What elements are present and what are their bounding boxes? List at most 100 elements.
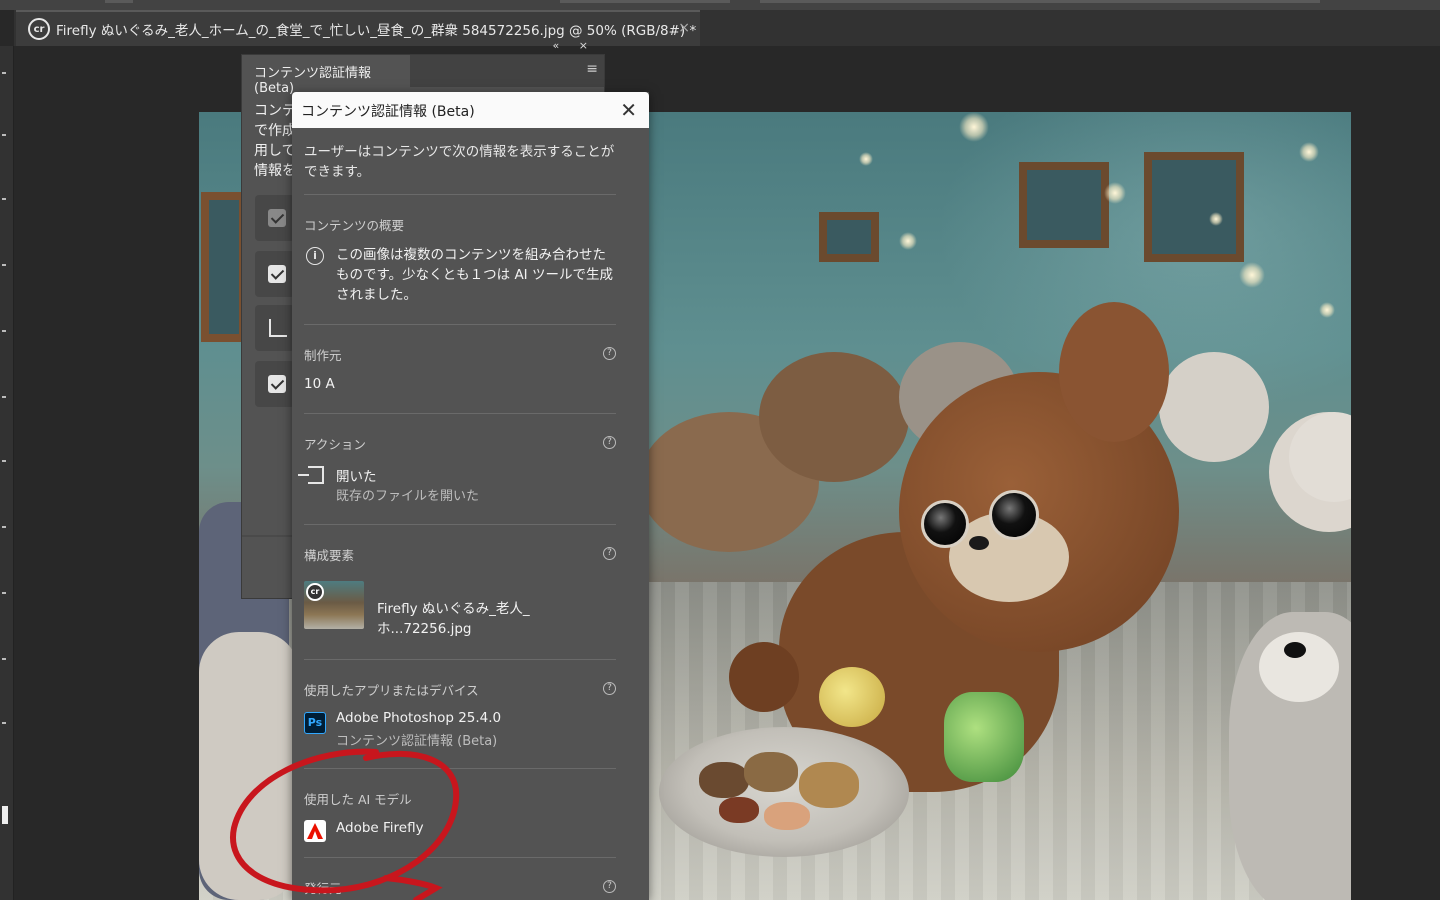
photoshop-icon: Ps: [304, 712, 326, 734]
left-toolbar: [0, 46, 14, 900]
background-bear: [1159, 352, 1269, 462]
bokeh-light: [1239, 262, 1265, 288]
document-tab-title: Firefly ぬいぐるみ_老人_ホーム_の_食堂_で_忙しい_昼食_の_群衆 …: [56, 23, 697, 39]
bokeh-light: [1104, 182, 1126, 204]
main-bear-nose: [969, 536, 989, 550]
section-ingredients: 構成要素 ? cr Firefly ぬいぐるみ_老人_ホ...72256.jpg: [304, 525, 616, 660]
toolbar-tick[interactable]: [2, 72, 6, 74]
ai-model-label: 使用した AI モデル: [304, 792, 412, 807]
panel-checkbox-row[interactable]: [255, 251, 295, 297]
checkbox[interactable]: [268, 265, 286, 283]
content-credentials-badge-icon: cr: [306, 583, 324, 601]
checkbox[interactable]: [268, 375, 286, 393]
popover-intro: ユーザーはコンテンツで次の情報を表示することができます。: [304, 142, 616, 195]
section-producer: 制作元 ? 10 A: [304, 325, 616, 414]
summary-label: コンテンツの概要: [304, 218, 405, 233]
help-icon[interactable]: ?: [603, 682, 616, 695]
panel-collapse-close[interactable]: « ×: [553, 39, 596, 52]
bokeh-light: [859, 152, 873, 166]
foreground-left-bear: [199, 632, 299, 900]
close-tab-icon[interactable]: ×: [678, 20, 690, 36]
main-bear-eye: [921, 500, 969, 548]
wall-picture-frame: [1144, 152, 1244, 262]
popover-header: コンテンツ認証情報 (Beta) ✕: [292, 92, 649, 128]
section-ai-model: 使用した AI モデル Adobe Firefly: [304, 769, 616, 858]
toolbar-tick[interactable]: [2, 722, 6, 724]
section-actions: アクション ? 開いた 既存のファイルを開いた: [298, 414, 616, 525]
apps-label: 使用したアプリまたはデバイス: [304, 683, 479, 698]
ingredient-file-name[interactable]: Firefly ぬいぐるみ_老人_ホ...72256.jpg: [377, 597, 616, 637]
producer-value: 10 A: [304, 376, 335, 392]
plate: [659, 727, 909, 857]
ingredient-thumbnail[interactable]: cr: [304, 581, 364, 629]
producer-label: 制作元: [304, 348, 342, 363]
open-external-icon[interactable]: [269, 319, 287, 337]
help-icon[interactable]: ?: [603, 436, 616, 449]
top-strip: [0, 0, 1440, 10]
actions-label: アクション: [304, 437, 366, 452]
summary-text: この画像は複数のコンテンツを組み合わせたものです。少なくとも１つは AI ツール…: [336, 247, 613, 303]
bokeh-light: [1299, 142, 1319, 162]
main-bear-eye: [989, 490, 1039, 540]
help-icon[interactable]: ?: [603, 880, 616, 893]
panel-checkbox-row[interactable]: [255, 195, 295, 241]
food: [719, 797, 759, 823]
main-bear-paw: [729, 642, 799, 712]
toolbar-tick[interactable]: [2, 460, 6, 462]
toolbar-tick[interactable]: [2, 396, 6, 398]
panel-checkbox-row[interactable]: [255, 361, 295, 407]
panel-tab[interactable]: コンテンツ認証情報 (Beta): [242, 55, 410, 96]
wall-picture-frame: [1019, 162, 1109, 248]
toolbar-tick[interactable]: [2, 592, 6, 594]
panel-header: コンテンツ認証情報 (Beta) ≡: [242, 55, 604, 96]
toy-cup: [944, 692, 1024, 782]
food: [799, 762, 859, 808]
toolbar-tick[interactable]: [2, 134, 6, 136]
food: [764, 802, 810, 830]
wall-picture-frame: [819, 212, 879, 262]
bokeh-light: [1319, 302, 1335, 318]
toy-ball: [819, 667, 885, 727]
open-file-icon: [298, 466, 324, 484]
popover-title: コンテンツ認証情報 (Beta): [301, 104, 475, 120]
document-tab[interactable]: cr Firefly ぬいぐるみ_老人_ホーム_の_食堂_で_忙しい_昼食_の_…: [16, 10, 700, 46]
close-icon[interactable]: ✕: [620, 98, 637, 122]
ingredients-label: 構成要素: [304, 548, 355, 563]
toolbar-tick[interactable]: [2, 198, 6, 200]
color-swatch[interactable]: [2, 806, 8, 824]
bokeh-light: [899, 232, 917, 250]
section-summary: コンテンツの概要 i この画像は複数のコンテンツを組み合わせたものです。少なくと…: [304, 195, 616, 325]
content-credentials-icon: cr: [28, 18, 50, 40]
help-icon[interactable]: ?: [603, 347, 616, 360]
toolbar-tick[interactable]: [2, 264, 6, 266]
action-description: 既存のファイルを開いた: [336, 489, 480, 504]
top-strip-segment: [560, 0, 730, 3]
panel-menu-icon[interactable]: ≡: [586, 61, 598, 77]
bokeh-light: [959, 112, 989, 142]
popover-body: ユーザーはコンテンツで次の情報を表示することができます。 コンテンツの概要 i …: [298, 128, 616, 900]
bokeh-light: [1209, 212, 1223, 226]
panel-export-row[interactable]: [255, 305, 295, 351]
top-strip-segment: [105, 0, 133, 3]
top-strip-segment: [760, 0, 1320, 3]
app-name: Adobe Photoshop 25.4.0: [336, 710, 502, 726]
main-bear-ear: [1059, 302, 1169, 442]
grey-bear-nose: [1284, 642, 1306, 658]
content-credentials-popover: コンテンツ認証情報 (Beta) ✕ ユーザーはコンテンツで次の情報を表示するこ…: [292, 92, 649, 900]
toolbar-tick[interactable]: [2, 330, 6, 332]
adobe-firefly-icon: [304, 820, 326, 842]
toolbar-tick[interactable]: [2, 658, 6, 660]
help-icon[interactable]: ?: [603, 547, 616, 560]
issuer-label: 発行元: [304, 881, 342, 896]
action-title: 開いた: [336, 469, 377, 485]
ai-model-name: Adobe Firefly: [336, 820, 424, 836]
background-bear: [759, 352, 909, 482]
info-icon: i: [306, 247, 324, 265]
toolbar-tick[interactable]: [2, 526, 6, 528]
section-issuer: 発行元 ?: [304, 858, 616, 900]
app-subtitle: コンテンツ認証情報 (Beta): [336, 734, 498, 749]
section-apps: 使用したアプリまたはデバイス ? Ps Adobe Photoshop 25.4…: [304, 660, 616, 769]
food: [699, 762, 749, 798]
food: [744, 752, 798, 792]
checkbox[interactable]: [268, 209, 286, 227]
